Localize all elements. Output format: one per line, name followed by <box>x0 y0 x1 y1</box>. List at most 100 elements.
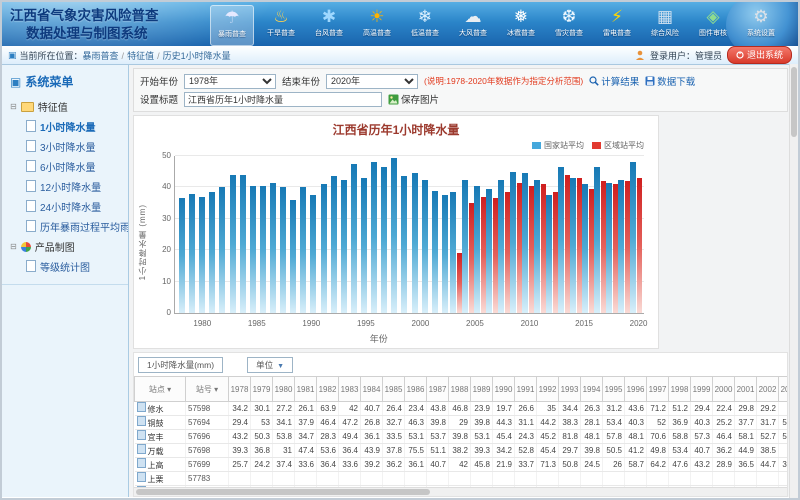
sidebar-item-1-1[interactable]: 1小时降水量 <box>2 116 128 136</box>
toolbar-item-high-temp[interactable]: ☀高温普查 <box>356 5 398 44</box>
y-axis-label: 1小时降水量 (mm) <box>137 204 148 280</box>
legend-item[interactable]: 国家站平均 <box>532 140 584 151</box>
sidebar-group-2[interactable]: ⊟产品制图 <box>2 236 128 256</box>
table-row[interactable]: 修水5759834.230.127.226.163.94240.726.423.… <box>135 402 788 416</box>
value-cell <box>493 472 515 486</box>
value-cell: 36.2 <box>713 444 735 458</box>
composite-risk-icon: ▦ <box>657 6 673 28</box>
toolbar: ☂暴雨普查♨干旱普查✱台风普查☀高温普查❄低温普查☁大风普查❅冰雹普查❆雪灾普查… <box>210 5 782 46</box>
value-cell: 23.4 <box>405 402 427 416</box>
toolbar-item-snow[interactable]: ❆雪灾普查 <box>548 5 590 44</box>
table-row[interactable]: 上栗57783 <box>135 472 788 486</box>
sidebar-item-1-6[interactable]: 历年暴雨过程平均雨量 <box>2 216 128 236</box>
value-cell: 37.7 <box>735 416 757 430</box>
column-header-station[interactable]: 站点 ▾ <box>135 377 186 402</box>
sidebar-item-label: 6小时降水量 <box>40 159 96 174</box>
toolbar-item-composite-risk[interactable]: ▦综合风险 <box>644 5 686 44</box>
value-cell: 53.8 <box>273 430 295 444</box>
value-cell: 49.8 <box>647 444 669 458</box>
sidebar-item-2-1[interactable]: 等级统计图 <box>2 256 128 276</box>
value-cell: 45.4 <box>493 430 515 444</box>
user-icon <box>635 50 645 60</box>
calculate-button[interactable]: 计算结果 <box>589 74 639 88</box>
chart-title-input[interactable] <box>184 92 382 107</box>
sidebar-group-1[interactable]: ⊟特征值 <box>2 96 128 116</box>
bar-group-2010 <box>510 156 522 313</box>
toolbar-item-low-temp[interactable]: ❄低温普查 <box>404 5 446 44</box>
value-cell: 36.5 <box>735 458 757 472</box>
toolbar-item-drought[interactable]: ♨干旱普查 <box>260 5 302 44</box>
vertical-scrollbar-thumb[interactable] <box>791 67 797 137</box>
table-row[interactable]: 宜丰5769643.250.353.834.728.349.436.133.55… <box>135 430 788 444</box>
column-header-year-1993: 1993 <box>559 377 581 402</box>
save-image-button[interactable]: 保存图片 <box>388 92 439 106</box>
start-year-select[interactable]: 1978年 <box>184 74 276 89</box>
toolbar-item-system-settings[interactable]: ⚙系统设置 <box>740 5 782 44</box>
value-cell: 38.2 <box>449 444 471 458</box>
station-name-cell: 铜鼓 <box>135 416 186 430</box>
column-header-station-id[interactable]: 站号 ▾ <box>186 377 229 402</box>
breadcrumb-item[interactable]: 特征值 <box>127 51 154 61</box>
horizontal-scrollbar-thumb[interactable] <box>136 489 430 495</box>
table-row[interactable]: 万载5769839.336.83147.453.636.443.937.875.… <box>135 444 788 458</box>
bar-group-1982 <box>217 156 227 313</box>
bar-group-2011 <box>522 156 534 313</box>
value-cell: 47.2 <box>339 416 361 430</box>
value-cell: 34.1 <box>273 416 295 430</box>
folder-icon <box>21 102 34 112</box>
value-cell <box>361 472 383 486</box>
end-year-select[interactable]: 2020年 <box>326 74 418 89</box>
value-cell <box>427 472 449 486</box>
toolbar-item-label: 图件审核 <box>699 28 727 38</box>
toolbar-item-rainstorm[interactable]: ☂暴雨普查 <box>210 5 254 46</box>
bar-group-2013 <box>546 156 558 313</box>
sidebar-item-label: 3小时降水量 <box>40 139 96 154</box>
sidebar-item-1-2[interactable]: 3小时降水量 <box>2 136 128 156</box>
value-cell <box>757 472 779 486</box>
value-cell: 53.4 <box>669 444 691 458</box>
toolbar-item-typhoon[interactable]: ✱台风普查 <box>308 5 350 44</box>
value-cell: 33.7 <box>515 458 537 472</box>
app-title-line1: 江西省气象灾害风险普查 <box>10 7 159 25</box>
value-cell: 47.6 <box>669 458 691 472</box>
breadcrumb-item[interactable]: 历史1小时降水量 <box>163 51 231 61</box>
column-header-year-1978: 1978 <box>229 377 251 402</box>
value-cell: 26 <box>603 458 625 472</box>
value-cell: 44.3 <box>493 416 515 430</box>
bar-national-1995 <box>351 164 357 313</box>
toolbar-item-hail[interactable]: ❅冰雹普查 <box>500 5 542 44</box>
chart-legend: 国家站平均区域站平均 <box>532 140 644 151</box>
value-cell: 48.1 <box>625 430 647 444</box>
table-row[interactable]: 上高5769925.724.237.433.636.433.639.236.23… <box>135 458 788 472</box>
y-tick-label: 10 <box>153 277 171 286</box>
sidebar-item-1-4[interactable]: 12小时降水量 <box>2 176 128 196</box>
value-cell: 35 <box>537 402 559 416</box>
y-tick-label: 50 <box>153 151 171 160</box>
legend-item[interactable]: 区域站平均 <box>592 140 644 151</box>
sidebar-item-1-3[interactable]: 6小时降水量 <box>2 156 128 176</box>
table-row[interactable]: 铜鼓5769429.45334.137.946.447.226.832.746.… <box>135 416 788 430</box>
toolbar-item-gale[interactable]: ☁大风普查 <box>452 5 494 44</box>
unit-dropdown[interactable]: 单位▼ <box>247 357 293 373</box>
unit-box[interactable]: 1小时降水量(mm) <box>138 357 223 373</box>
exit-system-button[interactable]: 退出系统 <box>727 46 792 64</box>
value-cell <box>713 472 735 486</box>
sidebar-item-1-5[interactable]: 24小时降水量 <box>2 196 128 216</box>
main-content: 开始年份 1978年 结束年份 2020年 (说明:1978-2020年数据作为… <box>129 65 798 497</box>
download-data-button[interactable]: 数据下载 <box>645 74 695 88</box>
toolbar-item-lightning[interactable]: ⚡雷电普查 <box>596 5 638 44</box>
column-header-year-1987: 1987 <box>427 377 449 402</box>
value-cell <box>317 472 339 486</box>
bar-group-2005 <box>450 156 462 313</box>
bar-national-2019 <box>618 180 624 313</box>
value-cell <box>405 472 427 486</box>
value-cell: 45.8 <box>471 458 493 472</box>
toolbar-item-map-review[interactable]: ◈图件审核 <box>692 5 734 44</box>
sidebar-item-label: 等级统计图 <box>40 259 90 274</box>
breadcrumb-item[interactable]: 暴雨普查 <box>83 51 119 61</box>
value-cell: 36.9 <box>669 416 691 430</box>
sidebar-tree: ⊟特征值1小时降水量 3小时降水量 6小时降水量 12小时降水量24小时降水量历年暴雨… <box>2 96 128 276</box>
station-icon <box>137 430 146 440</box>
value-cell <box>603 472 625 486</box>
bar-national-2008 <box>486 189 492 313</box>
